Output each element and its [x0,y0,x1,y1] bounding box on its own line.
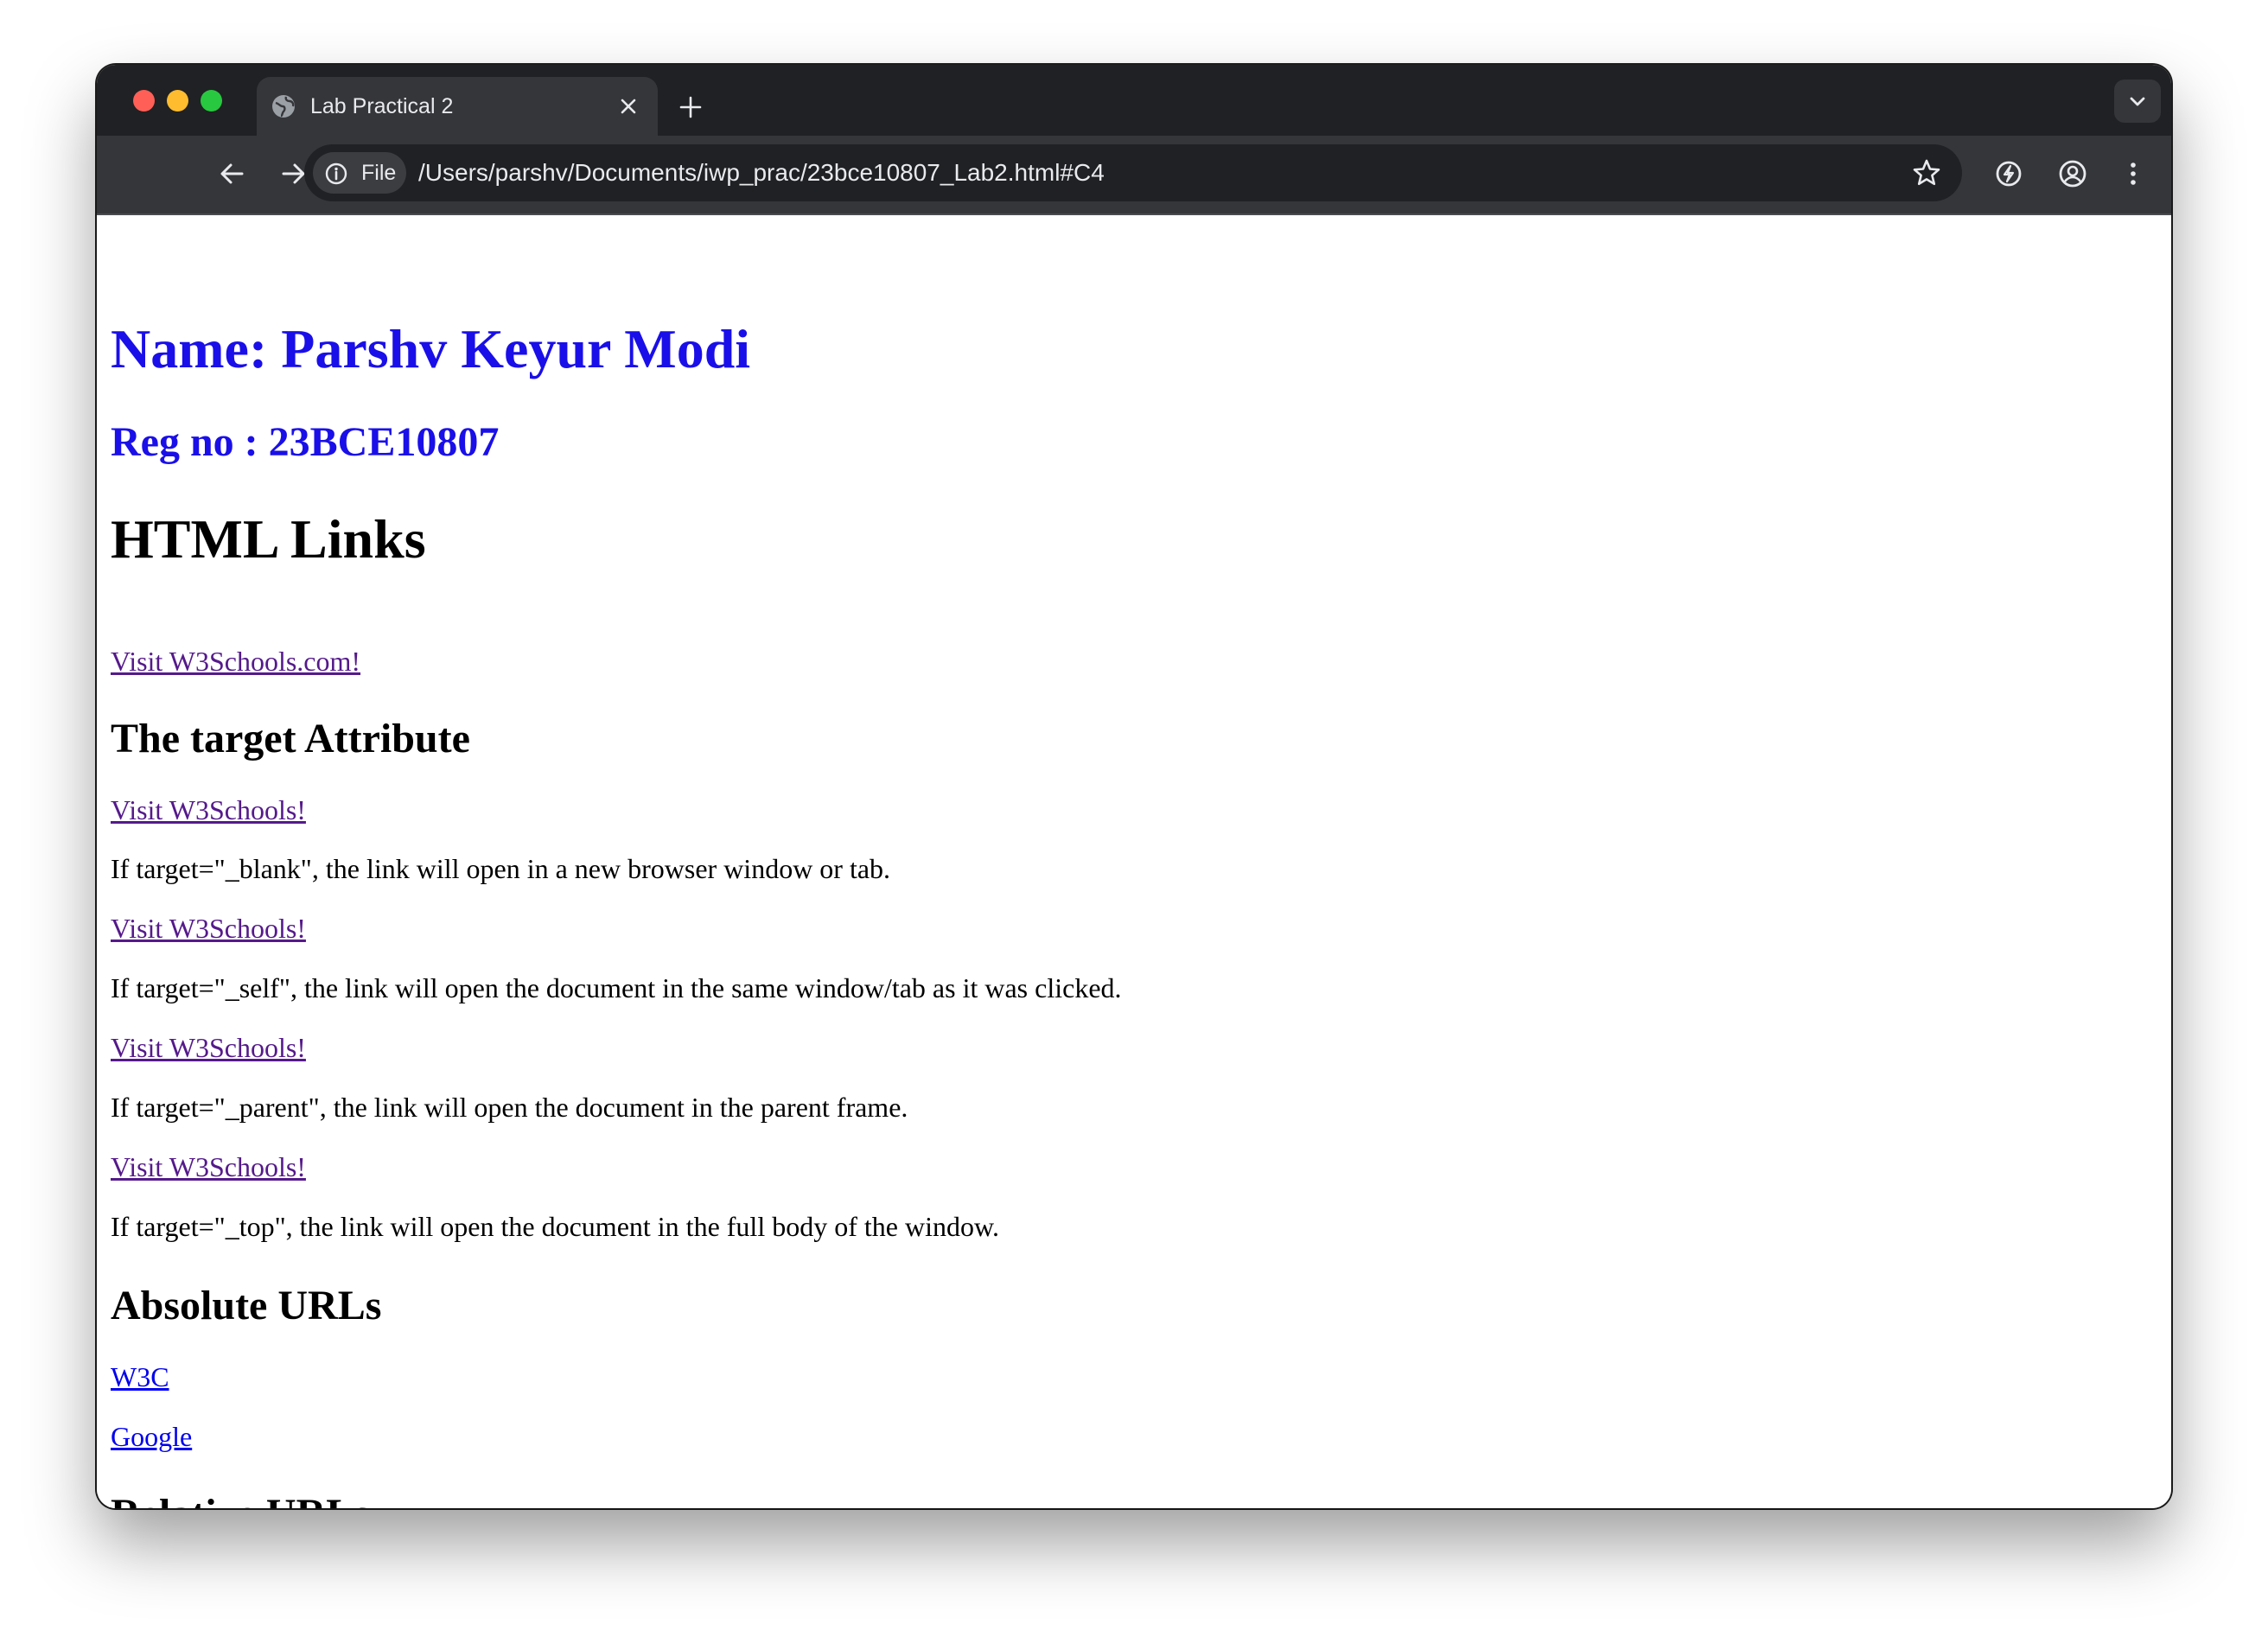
target-self-link[interactable]: Visit W3Schools! [111,914,306,942]
target-parent-description: If target="_parent", the link will open … [111,1092,908,1123]
google-link[interactable]: Google [111,1423,192,1450]
url-text[interactable]: /Users/parshv/Documents/iwp_prac/23bce10… [418,158,1105,188]
tab-search-button[interactable] [2114,80,2161,123]
back-arrow-icon[interactable] [216,158,247,189]
minimize-window-button[interactable] [167,90,188,111]
profile-icon[interactable] [2057,158,2088,189]
w3c-link[interactable]: W3C [111,1363,169,1391]
target-top-description: If target="_top", the link will open the… [111,1211,999,1242]
chevron-down-icon [2130,97,2145,106]
site-info-chip[interactable]: File [313,152,406,194]
target-attribute-heading: The target Attribute [111,716,470,761]
tab-strip: Lab Practical 2 [97,65,2171,136]
new-tab-icon[interactable] [678,94,704,120]
target-top-link[interactable]: Visit W3Schools! [111,1153,306,1181]
globe-icon [272,95,295,118]
tab-title: Lab Practical 2 [310,94,454,118]
browser-toolbar: File /Users/parshv/Documents/iwp_prac/23… [97,136,2171,215]
target-blank-link[interactable]: Visit W3Schools! [111,796,306,824]
relative-urls-heading: Relative URLs [111,1494,370,1509]
kebab-menu-icon[interactable] [2118,158,2149,189]
html-links-heading: HTML Links [111,508,426,570]
reg-heading: Reg no : 23BCE10807 [111,419,500,465]
absolute-urls-heading: Absolute URLs [111,1283,382,1328]
file-label: File [361,161,397,185]
star-icon[interactable] [1912,158,1941,188]
address-bar[interactable]: File /Users/parshv/Documents/iwp_prac/23… [304,144,1962,201]
browser-tab[interactable]: Lab Practical 2 [257,77,658,136]
close-window-button[interactable] [133,90,155,111]
maximize-window-button[interactable] [201,90,222,111]
info-icon [325,162,347,185]
name-heading: Name: Parshv Keyur Modi [111,318,751,379]
close-tab-icon[interactable] [618,96,639,117]
target-parent-link[interactable]: Visit W3Schools! [111,1034,306,1061]
browser-window: Lab Practical 2 File /Users/parshv/Docum… [97,65,2171,1508]
page-content: Name: Parshv Keyur Modi Reg no : 23BCE10… [97,215,2171,1508]
target-blank-description: If target="_blank", the link will open i… [111,853,891,884]
visit-w3schools-com-link[interactable]: Visit W3Schools.com! [111,647,360,675]
performance-icon[interactable] [1993,158,2024,189]
target-self-description: If target="_self", the link will open th… [111,972,1122,1003]
